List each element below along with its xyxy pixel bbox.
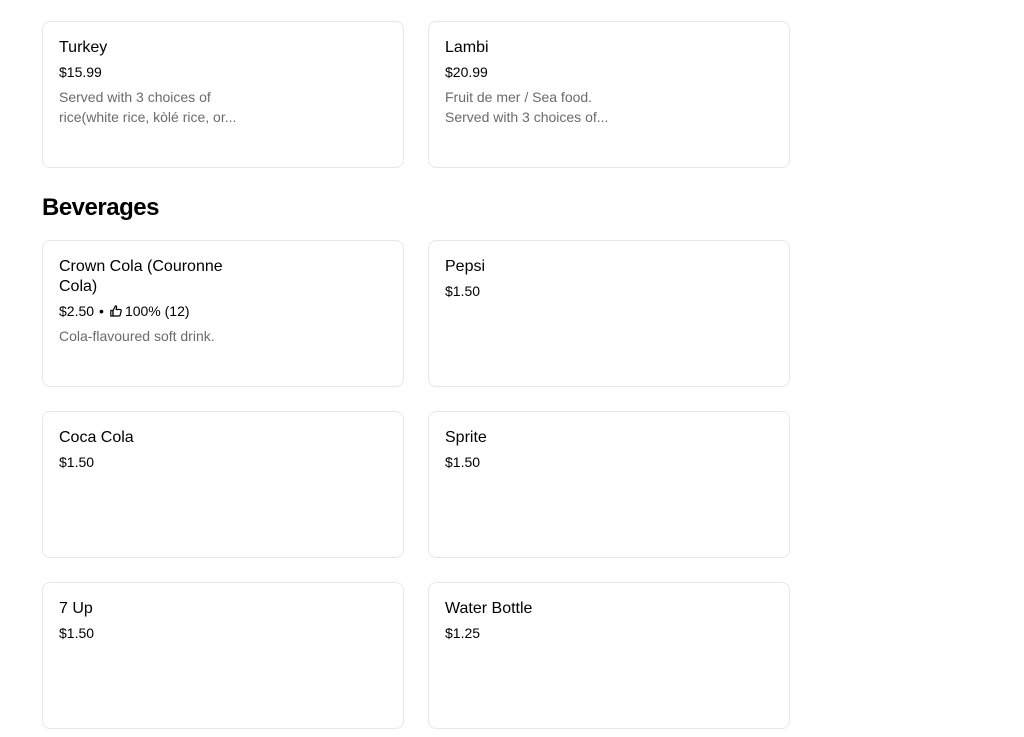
item-price: $20.99	[445, 64, 488, 80]
item-name: Sprite	[445, 429, 487, 446]
menu-item-card-lambi[interactable]: Lambi $20.99 Fruit de mer / Sea food. Se…	[428, 21, 790, 168]
item-price: $1.50	[59, 454, 95, 470]
menu-page: Turkey $15.99 Served with 3 choices of r…	[0, 0, 1024, 737]
item-description: Cola-flavoured soft drink.	[59, 328, 215, 344]
item-price-line: $20.99	[445, 63, 773, 81]
item-description: Fruit de mer / Sea food. Served with 3 c…	[445, 89, 609, 125]
thumbs-up-icon	[109, 304, 123, 318]
item-price-line: $1.50	[445, 282, 773, 300]
menu-item-card-water-bottle[interactable]: Water Bottle $1.25	[428, 582, 790, 729]
item-price: $1.25	[445, 625, 481, 641]
menu-item-card-crown-cola[interactable]: Crown Cola (Couronne Cola) $2.50 • 100% …	[42, 240, 404, 387]
item-price-line: $1.50	[445, 453, 773, 471]
item-name: Pepsi	[445, 258, 486, 275]
menu-item-card-pepsi[interactable]: Pepsi $1.50	[428, 240, 790, 387]
item-rating: 100% (12)	[124, 303, 190, 319]
menu-item-card-7-up[interactable]: 7 Up $1.50	[42, 582, 404, 729]
section-title-beverages: Beverages	[42, 194, 159, 221]
menu-item-card-sprite[interactable]: Sprite $1.50	[428, 411, 790, 558]
item-price-line: $15.99	[59, 63, 387, 81]
item-name: Turkey	[59, 39, 108, 56]
item-price: $1.50	[59, 625, 95, 641]
item-description: Served with 3 choices of rice(white rice…	[59, 89, 237, 125]
item-name: 7 Up	[59, 600, 93, 617]
item-price-line: $1.50	[59, 624, 387, 642]
separator-dot: •	[99, 303, 104, 319]
item-price: $15.99	[59, 64, 102, 80]
item-price: $2.50	[59, 303, 95, 319]
item-price-line: $1.50	[59, 453, 387, 471]
item-price: $1.50	[445, 283, 481, 299]
item-name: Coca Cola	[59, 429, 134, 446]
item-name: Lambi	[445, 39, 489, 56]
item-name: Crown Cola (Couronne Cola)	[59, 258, 223, 295]
item-price-line: $2.50 • 100% (12)	[59, 302, 387, 320]
item-price-line: $1.25	[445, 624, 773, 642]
menu-item-card-turkey[interactable]: Turkey $15.99 Served with 3 choices of r…	[42, 21, 404, 168]
menu-item-card-coca-cola[interactable]: Coca Cola $1.50	[42, 411, 404, 558]
item-price: $1.50	[445, 454, 481, 470]
item-name: Water Bottle	[445, 600, 533, 617]
